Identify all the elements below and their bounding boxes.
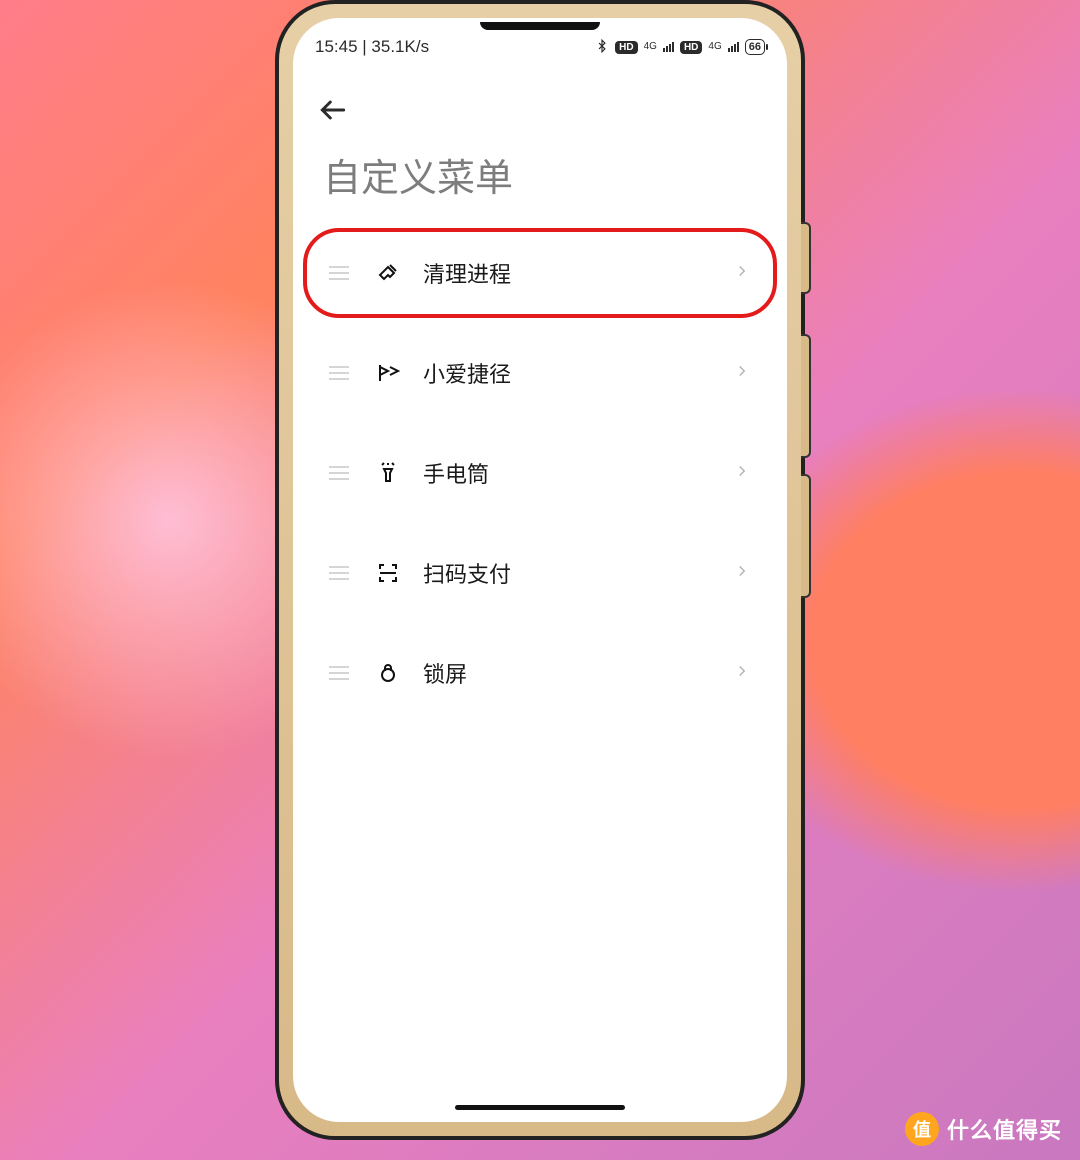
chevron-right-icon: [733, 462, 751, 485]
chevron-right-icon: [733, 662, 751, 685]
menu-item-label: 小爱捷径: [423, 357, 733, 389]
bluetooth-icon: [595, 39, 609, 56]
status-right: HD 4G HD 4G 66: [595, 39, 765, 56]
home-indicator[interactable]: [455, 1105, 625, 1110]
battery-indicator: 66: [745, 39, 765, 55]
network-4g-1: 4G: [644, 42, 657, 52]
menu-item-label: 锁屏: [423, 657, 733, 689]
flashlight-icon: [375, 460, 401, 486]
back-button[interactable]: [293, 66, 787, 131]
drag-handle-icon[interactable]: [329, 266, 349, 280]
menu-item-flashlight[interactable]: 手电筒: [303, 428, 777, 518]
lock-icon: [375, 660, 401, 686]
signal-bars-1: [663, 42, 674, 52]
arrow-left-icon: [317, 94, 349, 126]
watermark: 值 什么值得买: [905, 1112, 1062, 1146]
menu-item-scan-pay[interactable]: 扫码支付: [303, 528, 777, 618]
menu-list: 清理进程 小爱捷径 手电筒: [293, 228, 787, 718]
side-button-volume-up: [801, 334, 811, 458]
chevron-right-icon: [733, 262, 751, 285]
phone-screen: 15:45 | 35.1K/s HD 4G HD 4G 66: [293, 18, 787, 1122]
side-button-1: [801, 222, 811, 294]
scan-icon: [375, 560, 401, 586]
drag-handle-icon[interactable]: [329, 366, 349, 380]
drag-handle-icon[interactable]: [329, 666, 349, 680]
chevron-right-icon: [733, 562, 751, 585]
hd-badge-2: HD: [680, 41, 702, 54]
network-4g-2: 4G: [708, 42, 721, 52]
status-left: 15:45 | 35.1K/s: [315, 37, 429, 57]
drag-handle-icon[interactable]: [329, 566, 349, 580]
status-net-speed: 35.1K/s: [371, 37, 429, 56]
screen-notch: [480, 22, 600, 30]
broom-icon: [375, 260, 401, 286]
drag-handle-icon[interactable]: [329, 466, 349, 480]
menu-item-lock-screen[interactable]: 锁屏: [303, 628, 777, 718]
status-time: 15:45: [315, 37, 358, 56]
page-title: 自定义菜单: [293, 131, 787, 228]
menu-item-label: 清理进程: [423, 257, 733, 289]
menu-item-clean-processes[interactable]: 清理进程: [303, 228, 777, 318]
signal-bars-2: [728, 42, 739, 52]
hd-badge-1: HD: [615, 41, 637, 54]
watermark-text: 什么值得买: [947, 1113, 1062, 1145]
watermark-badge: 值: [905, 1112, 939, 1146]
menu-item-label: 扫码支付: [423, 557, 733, 589]
chevron-right-icon: [733, 362, 751, 385]
flag-icon: [375, 360, 401, 386]
side-button-volume-down: [801, 474, 811, 598]
phone-frame: 15:45 | 35.1K/s HD 4G HD 4G 66: [275, 0, 805, 1140]
menu-item-xiaoai-shortcut[interactable]: 小爱捷径: [303, 328, 777, 418]
menu-item-label: 手电筒: [423, 457, 733, 489]
